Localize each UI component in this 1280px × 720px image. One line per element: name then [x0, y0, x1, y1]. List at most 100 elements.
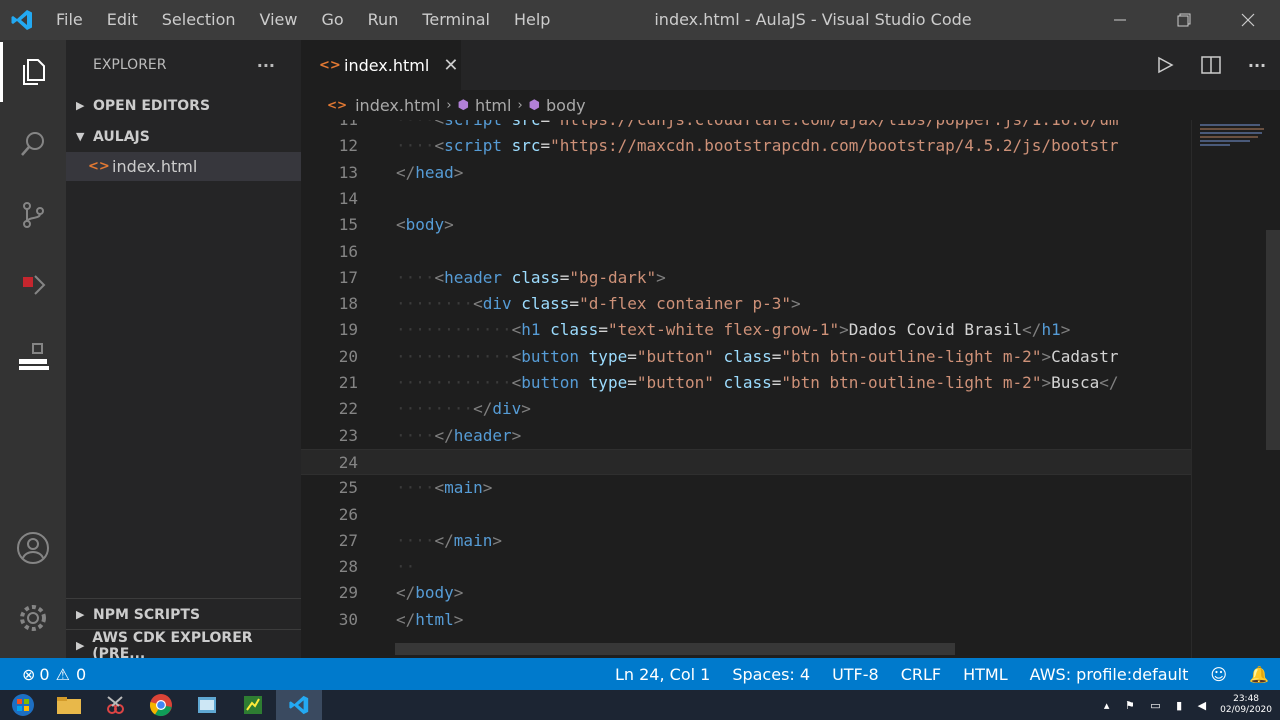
extensions-icon[interactable]: [0, 325, 66, 385]
breadcrumb-body[interactable]: body: [546, 96, 586, 115]
html-file-icon: <>: [88, 159, 110, 174]
chrome-icon[interactable]: [138, 690, 184, 720]
npm-scripts-section[interactable]: ▶ NPM SCRIPTS: [66, 598, 301, 630]
vscode-taskbar-icon[interactable]: [276, 690, 322, 720]
close-tab-icon[interactable]: ✕: [443, 55, 458, 76]
code-line[interactable]: 12 ····<script src="https://maxcdn.bootst…: [301, 133, 1191, 159]
line-number: 14: [338, 188, 358, 208]
search-icon[interactable]: [0, 114, 66, 174]
warning-icon: ⚠: [55, 664, 70, 684]
feedback-icon[interactable]: ☺: [1199, 665, 1238, 684]
element-icon: ⬢: [457, 97, 469, 113]
project-folder-label: AULAJS: [93, 128, 150, 145]
menu-view[interactable]: View: [248, 0, 310, 40]
split-editor-icon[interactable]: [1188, 56, 1234, 74]
indentation[interactable]: Spaces: 4: [721, 665, 821, 684]
line-number: 29: [338, 583, 358, 603]
line-number: 15: [338, 215, 358, 235]
more-editor-actions-icon[interactable]: ···: [1234, 56, 1280, 75]
file-item-label: index.html: [112, 157, 198, 176]
code-text: ····</main>: [396, 530, 502, 550]
code-text: ····</header>: [396, 425, 522, 445]
code-line[interactable]: 17 ····<header class="bg-dark">: [301, 265, 1191, 291]
problems-indicator[interactable]: ⊗ 0 ⚠ 0: [0, 665, 86, 684]
line-number: 20: [338, 346, 358, 366]
restore-icon[interactable]: [1152, 0, 1216, 40]
code-text: ····<header class="bg-dark">: [396, 267, 666, 287]
code-line[interactable]: 11 ····<script src="https://cdnjs.cloudfl…: [301, 120, 1191, 133]
spreadsheet-app-icon[interactable]: [230, 690, 276, 720]
line-number: 24: [338, 452, 358, 472]
code-line[interactable]: 25 ····<main>: [301, 475, 1191, 501]
project-folder-section[interactable]: ▼ AULAJS: [66, 121, 301, 152]
source-control-icon[interactable]: [0, 185, 66, 245]
menu-selection[interactable]: Selection: [150, 0, 248, 40]
code-editor[interactable]: 11 ····<script src="https://cdnjs.cloudfl…: [301, 120, 1191, 658]
aws-cdk-section[interactable]: ▶ AWS CDK EXPLORER (PRE...: [66, 629, 301, 662]
close-icon[interactable]: [1216, 0, 1280, 40]
line-number: 12: [338, 136, 358, 156]
code-line[interactable]: 15 <body>: [301, 212, 1191, 238]
tab-bar: <> index.html ✕ ···: [301, 40, 1280, 90]
menu-edit[interactable]: Edit: [95, 0, 150, 40]
vertical-scrollbar[interactable]: [1266, 230, 1280, 450]
code-line[interactable]: 14: [301, 186, 1191, 212]
language-mode[interactable]: HTML: [952, 665, 1019, 684]
open-editors-section[interactable]: ▶ OPEN EDITORS: [66, 90, 301, 121]
code-line[interactable]: 29 </body>: [301, 580, 1191, 606]
settings-gear-icon[interactable]: [0, 588, 66, 648]
code-line[interactable]: 19 ············<h1 class="text-white flex…: [301, 317, 1191, 343]
encoding[interactable]: UTF-8: [821, 665, 890, 684]
minimize-icon[interactable]: [1088, 0, 1152, 40]
line-number: 26: [338, 504, 358, 524]
code-text: ····<script src="https://maxcdn.bootstra…: [396, 136, 1119, 156]
tab-index-html[interactable]: <> index.html ✕: [301, 40, 461, 90]
menu-terminal[interactable]: Terminal: [410, 0, 502, 40]
snipping-tool-icon[interactable]: [92, 690, 138, 720]
line-number: 17: [338, 267, 358, 287]
menu-run[interactable]: Run: [356, 0, 411, 40]
aws-profile[interactable]: AWS: profile:default: [1019, 665, 1200, 684]
menu-help[interactable]: Help: [502, 0, 562, 40]
code-line[interactable]: 28 ··: [301, 554, 1191, 580]
code-line[interactable]: 30 </html>: [301, 607, 1191, 633]
breadcrumb-separator-icon: ›: [517, 97, 523, 113]
code-line[interactable]: 18 ········<div class="d-flex container p…: [301, 291, 1191, 317]
menu-go[interactable]: Go: [309, 0, 355, 40]
status-bar: ⊗ 0 ⚠ 0 Ln 24, Col 1 Spaces: 4 UTF-8 CRL…: [0, 658, 1280, 690]
run-debug-icon[interactable]: [0, 255, 66, 315]
breadcrumb-file[interactable]: index.html: [355, 96, 440, 115]
code-line[interactable]: 13 </head>: [301, 160, 1191, 186]
windows-taskbar: ▴ ⚑ ▭ ▮ ◀ 23:48 02/09/2020: [0, 690, 1280, 720]
breadcrumb-html[interactable]: html: [475, 96, 511, 115]
breadcrumb-separator-icon: ›: [446, 97, 452, 113]
clock[interactable]: 23:48 02/09/2020: [1220, 694, 1272, 716]
chevron-right-icon: ▶: [76, 639, 85, 652]
file-explorer-icon[interactable]: [46, 690, 92, 720]
app-window-icon[interactable]: [184, 690, 230, 720]
more-actions-icon[interactable]: ···: [257, 56, 275, 75]
file-item-index-html[interactable]: <> index.html: [66, 152, 301, 181]
code-line[interactable]: 20 ············<button type="button" clas…: [301, 344, 1191, 370]
menu-file[interactable]: File: [44, 0, 95, 40]
run-icon[interactable]: [1142, 56, 1188, 74]
cursor-position[interactable]: Ln 24, Col 1: [604, 665, 721, 684]
notifications-bell-icon[interactable]: 🔔: [1238, 665, 1280, 684]
start-button-icon[interactable]: [0, 690, 46, 720]
code-line[interactable]: 16: [301, 239, 1191, 265]
code-line[interactable]: 24: [301, 448, 1191, 475]
horizontal-scrollbar[interactable]: [395, 643, 955, 655]
tray-icons[interactable]: ▴ ⚑ ▭ ▮ ◀: [1104, 699, 1212, 712]
line-number: 25: [338, 478, 358, 498]
code-text: ········<div class="d-flex container p-3…: [396, 294, 801, 314]
code-line[interactable]: 26: [301, 502, 1191, 528]
code-line[interactable]: 23 ····</header>: [301, 423, 1191, 449]
line-ending[interactable]: CRLF: [890, 665, 952, 684]
accounts-icon[interactable]: [0, 518, 66, 578]
code-line[interactable]: 27 ····</main>: [301, 528, 1191, 554]
html-file-icon: <>: [327, 98, 348, 112]
explorer-icon[interactable]: [0, 42, 66, 102]
code-line[interactable]: 21 ············<button type="button" clas…: [301, 370, 1191, 396]
code-text: </body>: [396, 583, 464, 603]
code-line[interactable]: 22 ········</div>: [301, 396, 1191, 422]
